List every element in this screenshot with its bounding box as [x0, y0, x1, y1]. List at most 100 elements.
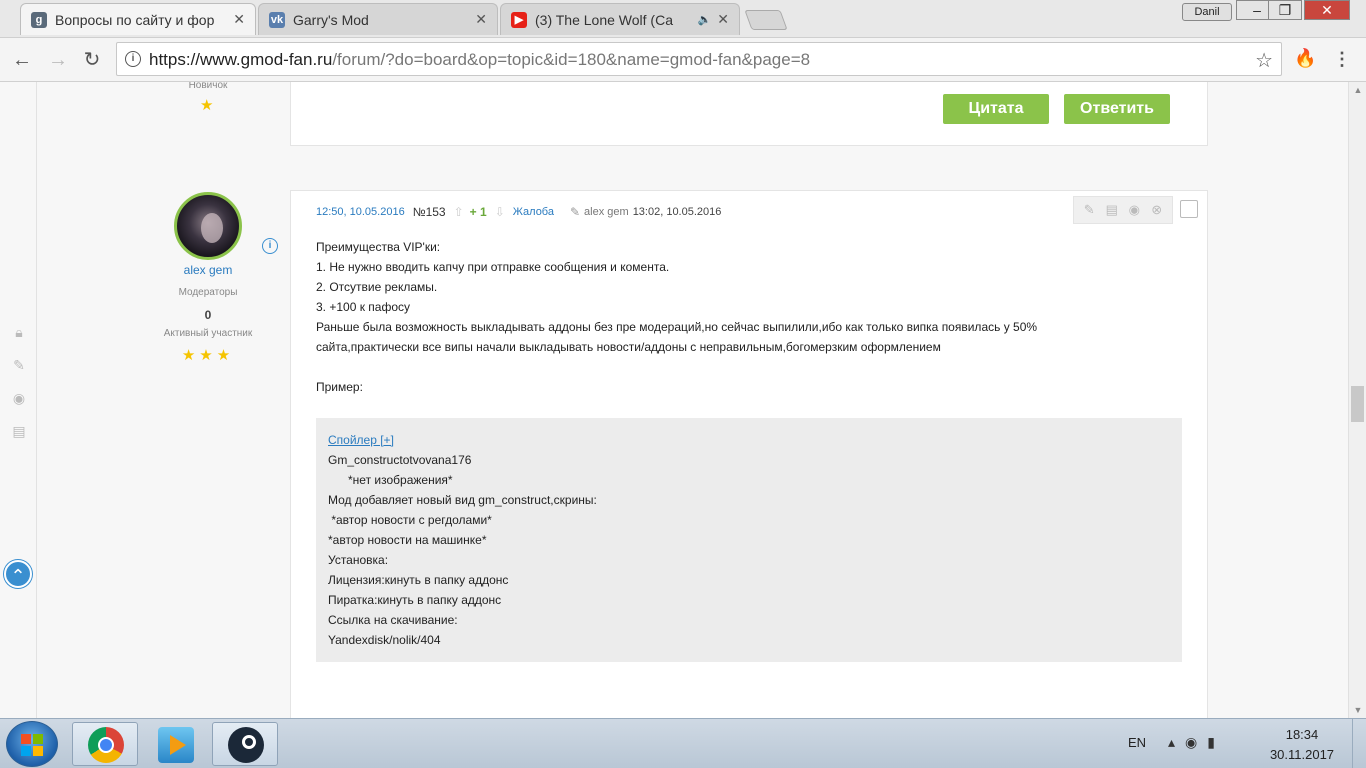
- vk-icon: vk: [269, 11, 285, 28]
- windows-logo-icon: [21, 734, 43, 756]
- network-icon[interactable]: ▮: [1207, 734, 1225, 750]
- post-body: Преимущества VIP'ки: 1. Не нужно вводить…: [316, 237, 1037, 397]
- tray-arrow-icon[interactable]: ▴: [1168, 734, 1185, 750]
- tab-vk[interactable]: vk Garry's Mod ✕: [258, 3, 498, 35]
- post-line: 2. Отсутвие рекламы.: [316, 280, 438, 294]
- author-name[interactable]: alex gem: [150, 263, 266, 277]
- spoiler-line: *нет изображения*: [328, 473, 453, 487]
- language-indicator[interactable]: EN: [1128, 735, 1146, 750]
- spoiler-line: Мод добавляет новый вид gm_construct,скр…: [328, 493, 597, 507]
- post-line: сайта,практически все випы начали выклад…: [316, 340, 941, 354]
- author-group: Модераторы: [178, 287, 238, 298]
- spoiler-line: *автор новости на машинке*: [328, 533, 487, 547]
- tray-steam-icon[interactable]: ◉: [1185, 734, 1207, 750]
- pin-icon[interactable]: ✎: [1080, 202, 1098, 218]
- page-scrollbar[interactable]: ▲ ▼: [1348, 82, 1366, 718]
- maximize-button[interactable]: ❐: [1268, 0, 1302, 20]
- document-icon[interactable]: ▤: [10, 423, 28, 445]
- prev-user-star: ★: [200, 97, 214, 114]
- spoiler-block: Спойлер [+] Gm_constructotvovana176 *нет…: [316, 418, 1182, 662]
- pin-icon[interactable]: ✎: [10, 357, 28, 379]
- start-button[interactable]: [6, 721, 58, 767]
- delete-icon[interactable]: ⊗: [1148, 202, 1166, 218]
- author-reputation: 0: [204, 308, 212, 322]
- spoiler-line: Пиратка:кинуть в папку аддонс: [328, 593, 502, 607]
- pencil-icon: ✎: [569, 205, 581, 219]
- eye-icon[interactable]: ◉: [10, 390, 28, 412]
- address-bar[interactable]: i https://www.gmod-fan.ru/forum/?do=boar…: [116, 42, 1282, 76]
- post-meta: 12:50, 10.05.2016 №153 ⇧ + 1 ⇩ Жалоба ✎ …: [316, 204, 721, 220]
- browser-toolbar: ← → ↻ i https://www.gmod-fan.ru/forum/?d…: [0, 38, 1366, 82]
- prev-post-card: Цитата Ответить: [290, 82, 1208, 146]
- bookmark-star-icon[interactable]: ☆: [1255, 48, 1273, 73]
- spoiler-line: Установка:: [328, 553, 389, 567]
- avatar[interactable]: [174, 192, 242, 260]
- edited-time: 13:02, 10.05.2016: [632, 206, 722, 218]
- profile-badge[interactable]: Danil: [1182, 3, 1232, 21]
- reply-button[interactable]: Ответить: [1064, 94, 1170, 124]
- spoiler-line: Gm_constructotvovana176: [328, 453, 472, 467]
- post-line: 3. +100 к пафосу: [316, 300, 411, 314]
- info-icon[interactable]: i: [125, 51, 141, 67]
- show-desktop-button[interactable]: [1352, 719, 1366, 768]
- menu-dots-icon[interactable]: ⋮: [1332, 48, 1352, 72]
- quote-button[interactable]: Цитата: [943, 94, 1049, 124]
- tab-title: (3) The Lone Wolf (Ca: [535, 11, 673, 28]
- edited-by: alex gem: [584, 206, 629, 218]
- user-info-icon[interactable]: i: [262, 238, 278, 254]
- vote-down-icon[interactable]: ⇩: [495, 205, 505, 219]
- document-icon[interactable]: ▤: [1103, 202, 1121, 218]
- url-text: https://www.gmod-fan.ru/forum/?do=board&…: [149, 50, 810, 70]
- close-icon[interactable]: ✕: [233, 11, 245, 28]
- back-arrow-icon[interactable]: ←: [10, 48, 34, 72]
- reload-icon[interactable]: ↻: [80, 48, 104, 72]
- scrollbar-thumb[interactable]: [1351, 386, 1364, 422]
- gmod-fan-icon: g: [31, 11, 47, 28]
- spoiler-toggle[interactable]: Спойлер [+]: [328, 430, 597, 450]
- scroll-up-button[interactable]: ⌃: [4, 560, 32, 588]
- tab-title: Garry's Mod: [293, 11, 369, 28]
- scroll-down-arrow-icon[interactable]: ▼: [1349, 702, 1366, 718]
- post-rating: + 1: [469, 205, 487, 219]
- flame-extension-icon[interactable]: 🔥: [1294, 48, 1316, 72]
- youtube-icon: ▶: [511, 11, 527, 28]
- taskbar-steam[interactable]: [212, 722, 278, 766]
- post-number: №153: [412, 205, 446, 219]
- select-post-checkbox[interactable]: [1180, 200, 1198, 218]
- post-line: Раньше была возможность выкладывать аддо…: [316, 320, 1038, 334]
- tab-forum[interactable]: g Вопросы по сайту и фор ✕: [20, 3, 256, 35]
- speaker-icon: 🔈: [697, 14, 712, 26]
- taskbar-chrome[interactable]: [72, 722, 138, 766]
- eye-icon[interactable]: ◉: [1125, 202, 1143, 218]
- close-window-button[interactable]: ✕: [1304, 0, 1350, 20]
- side-toolbar: 🔒︎ ✎ ◉ ▤: [10, 324, 28, 456]
- new-tab-button[interactable]: [744, 10, 788, 30]
- lock-icon[interactable]: 🔒︎: [10, 324, 28, 346]
- url-path: /forum/?do=board&op=topic&id=180&name=gm…: [332, 50, 811, 69]
- forward-arrow-icon[interactable]: →: [46, 48, 70, 72]
- author-stars: ★★★: [181, 347, 235, 364]
- clock-time: 18:34: [1285, 727, 1319, 742]
- chrome-icon: [88, 727, 124, 763]
- browser-tab-bar: g Вопросы по сайту и фор ✕ vk Garry's Mo…: [0, 0, 1366, 38]
- complaint-link[interactable]: Жалоба: [513, 206, 554, 218]
- tab-title: Вопросы по сайту и фор: [55, 11, 215, 28]
- taskbar-media-player[interactable]: [142, 722, 208, 766]
- url-host: https://www.gmod-fan.ru: [149, 50, 333, 69]
- avatar-face: [201, 213, 223, 243]
- tray-icons: ▴◉▮: [1168, 734, 1225, 751]
- scroll-up-arrow-icon[interactable]: ▲: [1349, 82, 1366, 98]
- post-date-link[interactable]: 12:50, 10.05.2016: [316, 206, 405, 218]
- post-tools: ✎ ▤ ◉ ⊗: [1073, 196, 1173, 224]
- post-line: 1. Не нужно вводить капчу при отправке с…: [316, 260, 670, 274]
- vote-up-icon[interactable]: ⇧: [454, 205, 464, 219]
- system-clock[interactable]: 18:34 30.11.2017: [1262, 725, 1342, 765]
- clock-date: 30.11.2017: [1269, 747, 1335, 762]
- windows-taskbar: EN ▴◉▮ 18:34 30.11.2017: [0, 718, 1366, 768]
- close-icon[interactable]: ✕: [475, 11, 487, 28]
- spoiler-line: Yandexdisk/nolik/404: [328, 633, 441, 647]
- tab-youtube[interactable]: ▶ (3) The Lone Wolf (Ca 🔈 ✕: [500, 3, 740, 35]
- media-player-icon: [158, 727, 194, 763]
- spoiler-line: Лицензия:кинуть в папку аддонс: [328, 573, 509, 587]
- close-icon[interactable]: ✕: [717, 11, 729, 28]
